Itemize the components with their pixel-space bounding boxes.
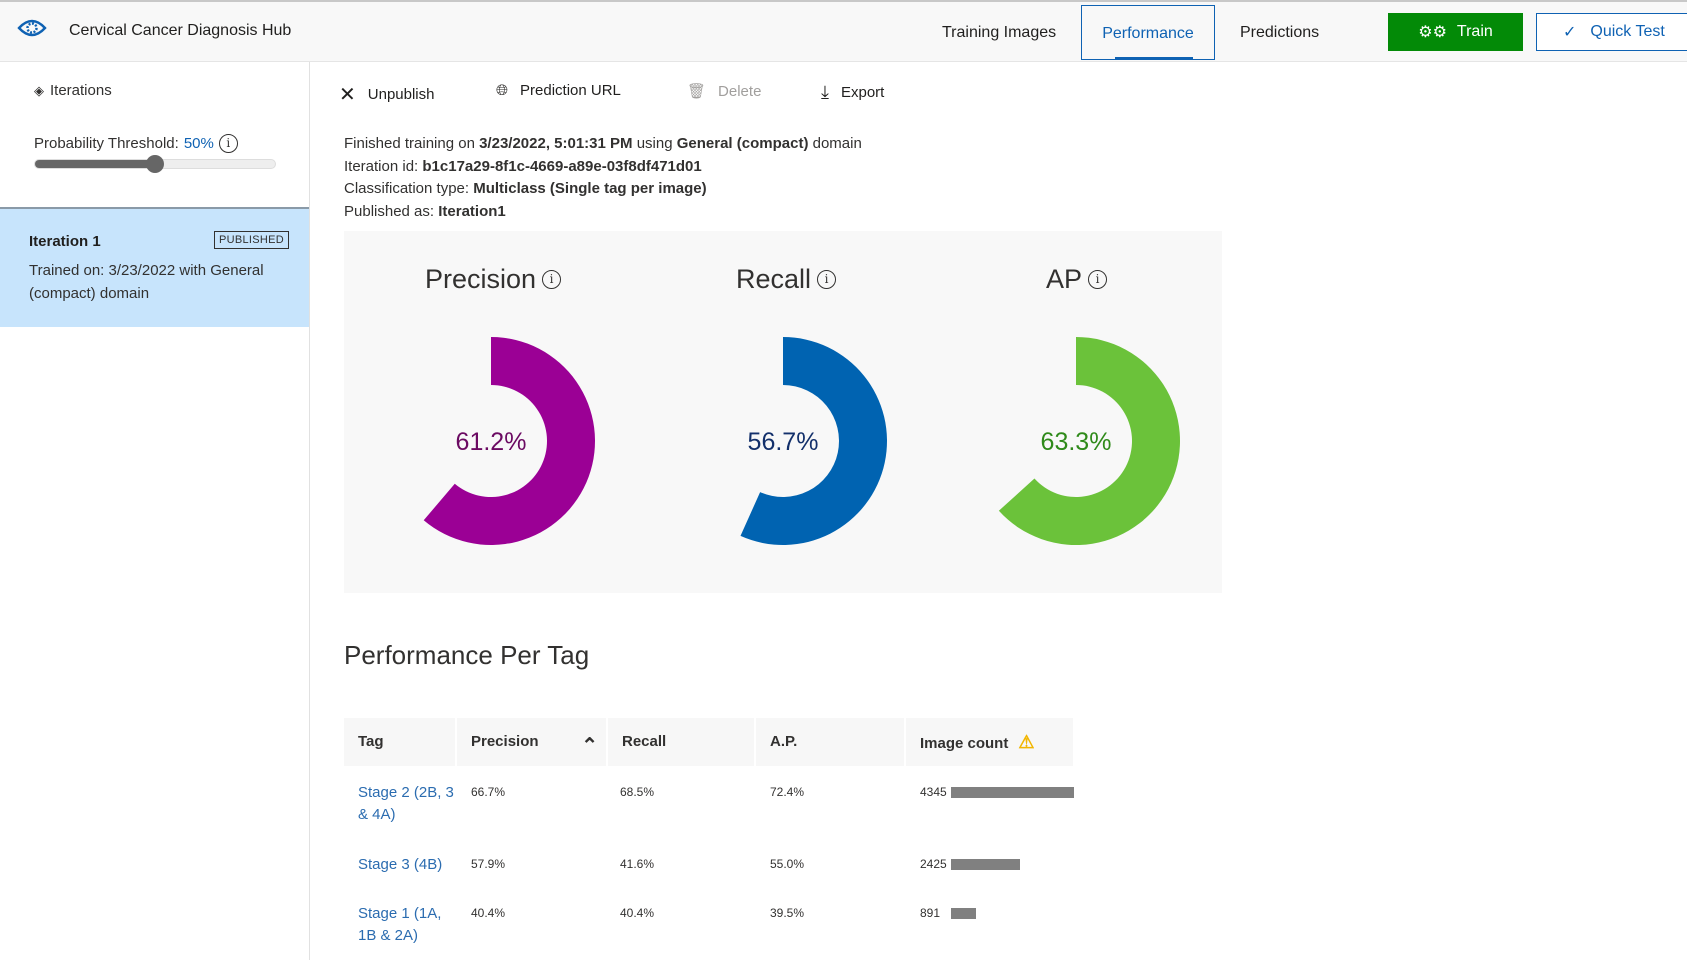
sidebar: ◈ Iterations Probability Threshold: 50% i I…	[0, 62, 310, 960]
column-header-precision[interactable]: Precision ⌃	[457, 718, 606, 766]
tag-link[interactable]: Stage 1 (1A, 1B & 2A)	[358, 903, 458, 947]
recall-value: 56.7%	[748, 428, 819, 456]
tab-predictions[interactable]: Predictions	[1220, 5, 1339, 60]
layers-icon: ◈	[34, 82, 44, 98]
classification-type: Classification type: Multiclass (Single …	[344, 180, 707, 197]
precision-cell: 66.7%	[471, 785, 506, 799]
download-icon: ⤓	[821, 82, 829, 102]
image-count-bar	[951, 908, 977, 919]
iteration-details: Finished training on 3/23/2022, 5:01:31 …	[344, 133, 862, 223]
gears-icon: ⚙⚙	[1418, 24, 1447, 41]
export-label: Export	[840, 84, 885, 101]
quick-test-button[interactable]: ✓ Quick Test	[1536, 13, 1687, 51]
column-header-tag[interactable]: Tag	[344, 718, 455, 766]
checkmark-icon: ✓	[1563, 24, 1577, 41]
recall-cell: 41.6%	[620, 857, 655, 871]
metrics-panel: Precision i Recall i AP i 61.2% 56.7% 63.3%	[344, 231, 1222, 593]
metric-donuts: 61.2% 56.7% 63.3%	[423, 337, 1180, 545]
published-as: Published as: Iteration1	[344, 202, 506, 220]
unpublish-label: Unpublish	[367, 86, 435, 103]
tag-link[interactable]: Stage 2 (2B, 3 & 4A)	[358, 782, 458, 826]
precision-cell: 40.4%	[471, 906, 506, 920]
image-count-cell: 2425	[920, 857, 947, 871]
train-label: Train	[1456, 23, 1493, 40]
train-button[interactable]: ⚙⚙ Train	[1388, 13, 1523, 51]
app-header: Cervical Cancer Diagnosis Hub Training I…	[0, 0, 1687, 62]
app-title: Cervical Cancer Diagnosis Hub	[69, 22, 292, 39]
delete-label: Delete	[718, 82, 762, 100]
eye-logo-icon	[17, 19, 47, 37]
delete-button[interactable]: 🗑︎ Delete	[687, 82, 762, 101]
prediction-url-button[interactable]: 🌐︎ Prediction URL	[496, 82, 621, 99]
ap-cell: 72.4%	[770, 785, 805, 799]
unpublish-button[interactable]: ✕ Unpublish	[339, 82, 434, 107]
iteration-item[interactable]: Iteration 1 PUBLISHED Trained on: 3/23/2…	[0, 207, 309, 327]
export-button[interactable]: ⤓ Export	[821, 82, 884, 103]
column-header-image-count[interactable]: Image count ⚠	[906, 718, 1073, 766]
info-icon[interactable]: i	[218, 134, 238, 153]
prediction-url-label: Prediction URL	[520, 82, 621, 99]
threshold-value: 50%	[183, 135, 214, 152]
threshold-label-row: Probability Threshold: 50% i	[34, 134, 238, 153]
iterations-label: Iterations	[50, 82, 112, 99]
precision-value: 61.2%	[456, 428, 527, 456]
tag-link[interactable]: Stage 3 (4B)	[358, 854, 458, 876]
threshold-label: Probability Threshold:	[34, 135, 179, 152]
recall-cell: 40.4%	[620, 906, 655, 920]
iteration-id: Iteration id: b1c17a29-8f1c-4669-a89e-03…	[344, 157, 702, 175]
slider-fill	[35, 160, 155, 168]
per-tag-title: Performance Per Tag	[344, 640, 590, 670]
close-icon: ✕	[339, 84, 356, 106]
ap-cell: 55.0%	[770, 857, 805, 871]
training-info: Finished training on 3/23/2022, 5:01:31 …	[344, 135, 862, 152]
published-badge: PUBLISHED	[214, 231, 290, 249]
image-count-cell: 891	[920, 906, 941, 920]
recall-cell: 68.5%	[620, 785, 655, 799]
sort-ascending-icon[interactable]: ⌃	[581, 722, 598, 770]
precision-cell: 57.9%	[471, 857, 506, 871]
ap-value: 63.3%	[1041, 428, 1112, 456]
iterations-header: ◈ Iterations	[34, 82, 112, 99]
column-header-recall[interactable]: Recall	[608, 718, 754, 766]
threshold-slider[interactable]	[34, 155, 276, 173]
iteration-name: Iteration 1	[29, 233, 101, 250]
image-count-bar	[951, 787, 1074, 798]
quick-test-label: Quick Test	[1590, 23, 1665, 40]
tab-training-images[interactable]: Training Images	[922, 5, 1076, 60]
globe-icon: 🌐︎	[496, 82, 509, 99]
ap-cell: 39.5%	[770, 906, 805, 920]
image-count-bar	[951, 859, 1020, 870]
slider-thumb[interactable]	[146, 155, 164, 173]
image-count-cell: 4345	[920, 785, 947, 799]
warning-icon: ⚠	[1018, 732, 1035, 752]
tab-performance[interactable]: Performance	[1081, 5, 1215, 60]
column-header-a-p-[interactable]: A.P.	[756, 718, 904, 766]
trash-icon: 🗑︎	[687, 83, 707, 100]
iteration-description: Trained on: 3/23/2022 with General (comp…	[29, 262, 264, 302]
